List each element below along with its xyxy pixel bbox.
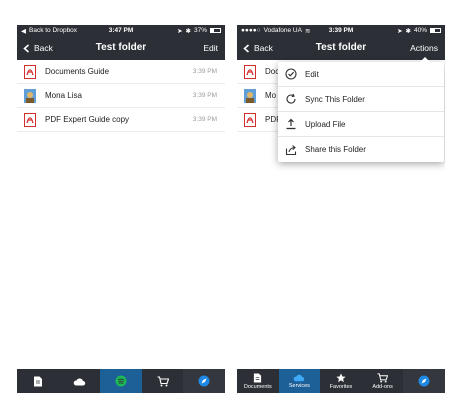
tab-documents[interactable]: Documents xyxy=(237,369,279,393)
menu-item-share-this-folder[interactable]: Share this Folder xyxy=(278,137,444,162)
tab-bar xyxy=(17,369,225,393)
battery-icon xyxy=(210,28,221,33)
spotify-icon xyxy=(115,375,127,387)
file-time: 3:39 PM xyxy=(192,116,217,123)
chevron-left-icon xyxy=(243,43,250,53)
pdf-icon xyxy=(24,64,36,79)
battery-percent: 37% xyxy=(193,27,207,34)
location-icon: ➤ xyxy=(177,27,183,35)
menu-item-label: Upload File xyxy=(305,119,346,129)
back-button-label: Back xyxy=(34,43,53,53)
bluetooth-icon: ✱ xyxy=(405,27,411,35)
file-time: 3:39 PM xyxy=(192,68,217,75)
tab-spotify[interactable] xyxy=(100,369,142,393)
share-icon xyxy=(285,144,297,155)
status-bar: ●●●●○ Vodafone UA ≋ 3:39 PM ➤ ✱ 40% xyxy=(237,25,445,36)
file-name: Mona Lisa xyxy=(45,91,82,100)
navigation-bar: Back Test folder Actions xyxy=(237,36,445,60)
file-time: 3:39 PM xyxy=(192,92,217,99)
tab-label: Favorites xyxy=(329,383,353,390)
back-button[interactable]: Back xyxy=(23,36,53,60)
document-icon xyxy=(33,376,42,386)
back-button-label: Back xyxy=(254,43,273,53)
phone-screen-right: ●●●●○ Vodafone UA ≋ 3:39 PM ➤ ✱ 40% Back… xyxy=(237,25,445,393)
status-time: 3:39 PM xyxy=(328,27,354,34)
signal-icon: ●●●●○ xyxy=(241,27,261,34)
tab-documents[interactable] xyxy=(17,369,59,393)
tab-compass[interactable] xyxy=(183,369,225,393)
image-icon xyxy=(244,88,256,103)
status-bar: ◀ Back to Dropbox 3:47 PM ➤ ✱ 37% xyxy=(17,25,225,36)
phone-screen-left: ◀ Back to Dropbox 3:47 PM ➤ ✱ 37% Back T… xyxy=(17,25,225,393)
chevron-left-icon xyxy=(23,43,30,53)
menu-item-label: Sync This Folder xyxy=(305,94,365,104)
pdf-icon xyxy=(244,64,256,79)
tab-favorites[interactable]: Favorites xyxy=(320,369,362,393)
back-button[interactable]: Back xyxy=(243,36,273,60)
back-to-app-label: Back to Dropbox xyxy=(29,27,78,34)
tab-add-ons[interactable]: Add-ons xyxy=(362,369,404,393)
tab-bar: Documents Services Favorites Add-ons xyxy=(237,369,445,393)
menu-item-label: Edit xyxy=(305,69,319,79)
menu-item-edit[interactable]: Edit xyxy=(278,62,444,87)
actions-menu: Edit Sync This Folder Upload File Share … xyxy=(278,57,444,162)
image-icon xyxy=(24,88,36,103)
tab-add-ons[interactable] xyxy=(142,369,184,393)
document-icon xyxy=(254,373,262,382)
bluetooth-icon: ✱ xyxy=(185,27,191,35)
battery-icon xyxy=(430,28,441,33)
upload-icon xyxy=(286,118,296,130)
back-to-app[interactable]: ◀ Back to Dropbox xyxy=(21,27,77,35)
check-circle-icon xyxy=(285,68,297,80)
pdf-icon xyxy=(24,112,36,127)
file-row-mona-lisa[interactable]: Mona Lisa 3:39 PM xyxy=(17,84,225,108)
carrier-name: Vodafone UA xyxy=(263,27,302,34)
cart-icon xyxy=(157,375,169,386)
file-row-pdf-expert-guide-copy[interactable]: PDF Expert Guide copy 3:39 PM xyxy=(17,108,225,132)
star-icon xyxy=(336,372,346,382)
tab-services[interactable]: Services xyxy=(278,369,321,393)
menu-item-label: Share this Folder xyxy=(305,145,366,154)
file-name: Documents Guide xyxy=(45,67,110,76)
pdf-icon xyxy=(244,112,256,127)
wifi-icon: ≋ xyxy=(304,27,311,35)
tab-services[interactable] xyxy=(59,369,101,393)
tab-label: Services xyxy=(288,383,310,389)
file-list: Documents Guide 3:39 PM Mona Lisa 3:39 P… xyxy=(17,60,225,132)
tab-label: Add-ons xyxy=(372,383,393,390)
edit-button[interactable]: Edit xyxy=(203,36,218,60)
compass-icon xyxy=(418,375,430,387)
back-triangle-icon: ◀ xyxy=(21,27,26,35)
cart-icon xyxy=(377,372,389,383)
status-time: 3:47 PM xyxy=(108,27,134,34)
navigation-bar: Back Test folder Edit xyxy=(17,36,225,60)
battery-percent: 40% xyxy=(413,27,427,34)
tab-label: Documents xyxy=(243,383,272,390)
file-row-documents-guide[interactable]: Documents Guide 3:39 PM xyxy=(17,60,225,84)
location-icon: ➤ xyxy=(397,27,403,35)
cloud-icon xyxy=(294,374,305,382)
menu-item-sync-this-folder[interactable]: Sync This Folder xyxy=(278,87,444,112)
compass-icon xyxy=(198,375,210,387)
file-name: PDF Expert Guide copy xyxy=(45,115,130,124)
cloud-icon xyxy=(73,378,86,385)
menu-item-upload-file[interactable]: Upload File xyxy=(278,112,444,137)
menu-pointer xyxy=(420,57,430,62)
tab-compass[interactable] xyxy=(403,369,445,393)
sync-icon xyxy=(286,93,296,104)
